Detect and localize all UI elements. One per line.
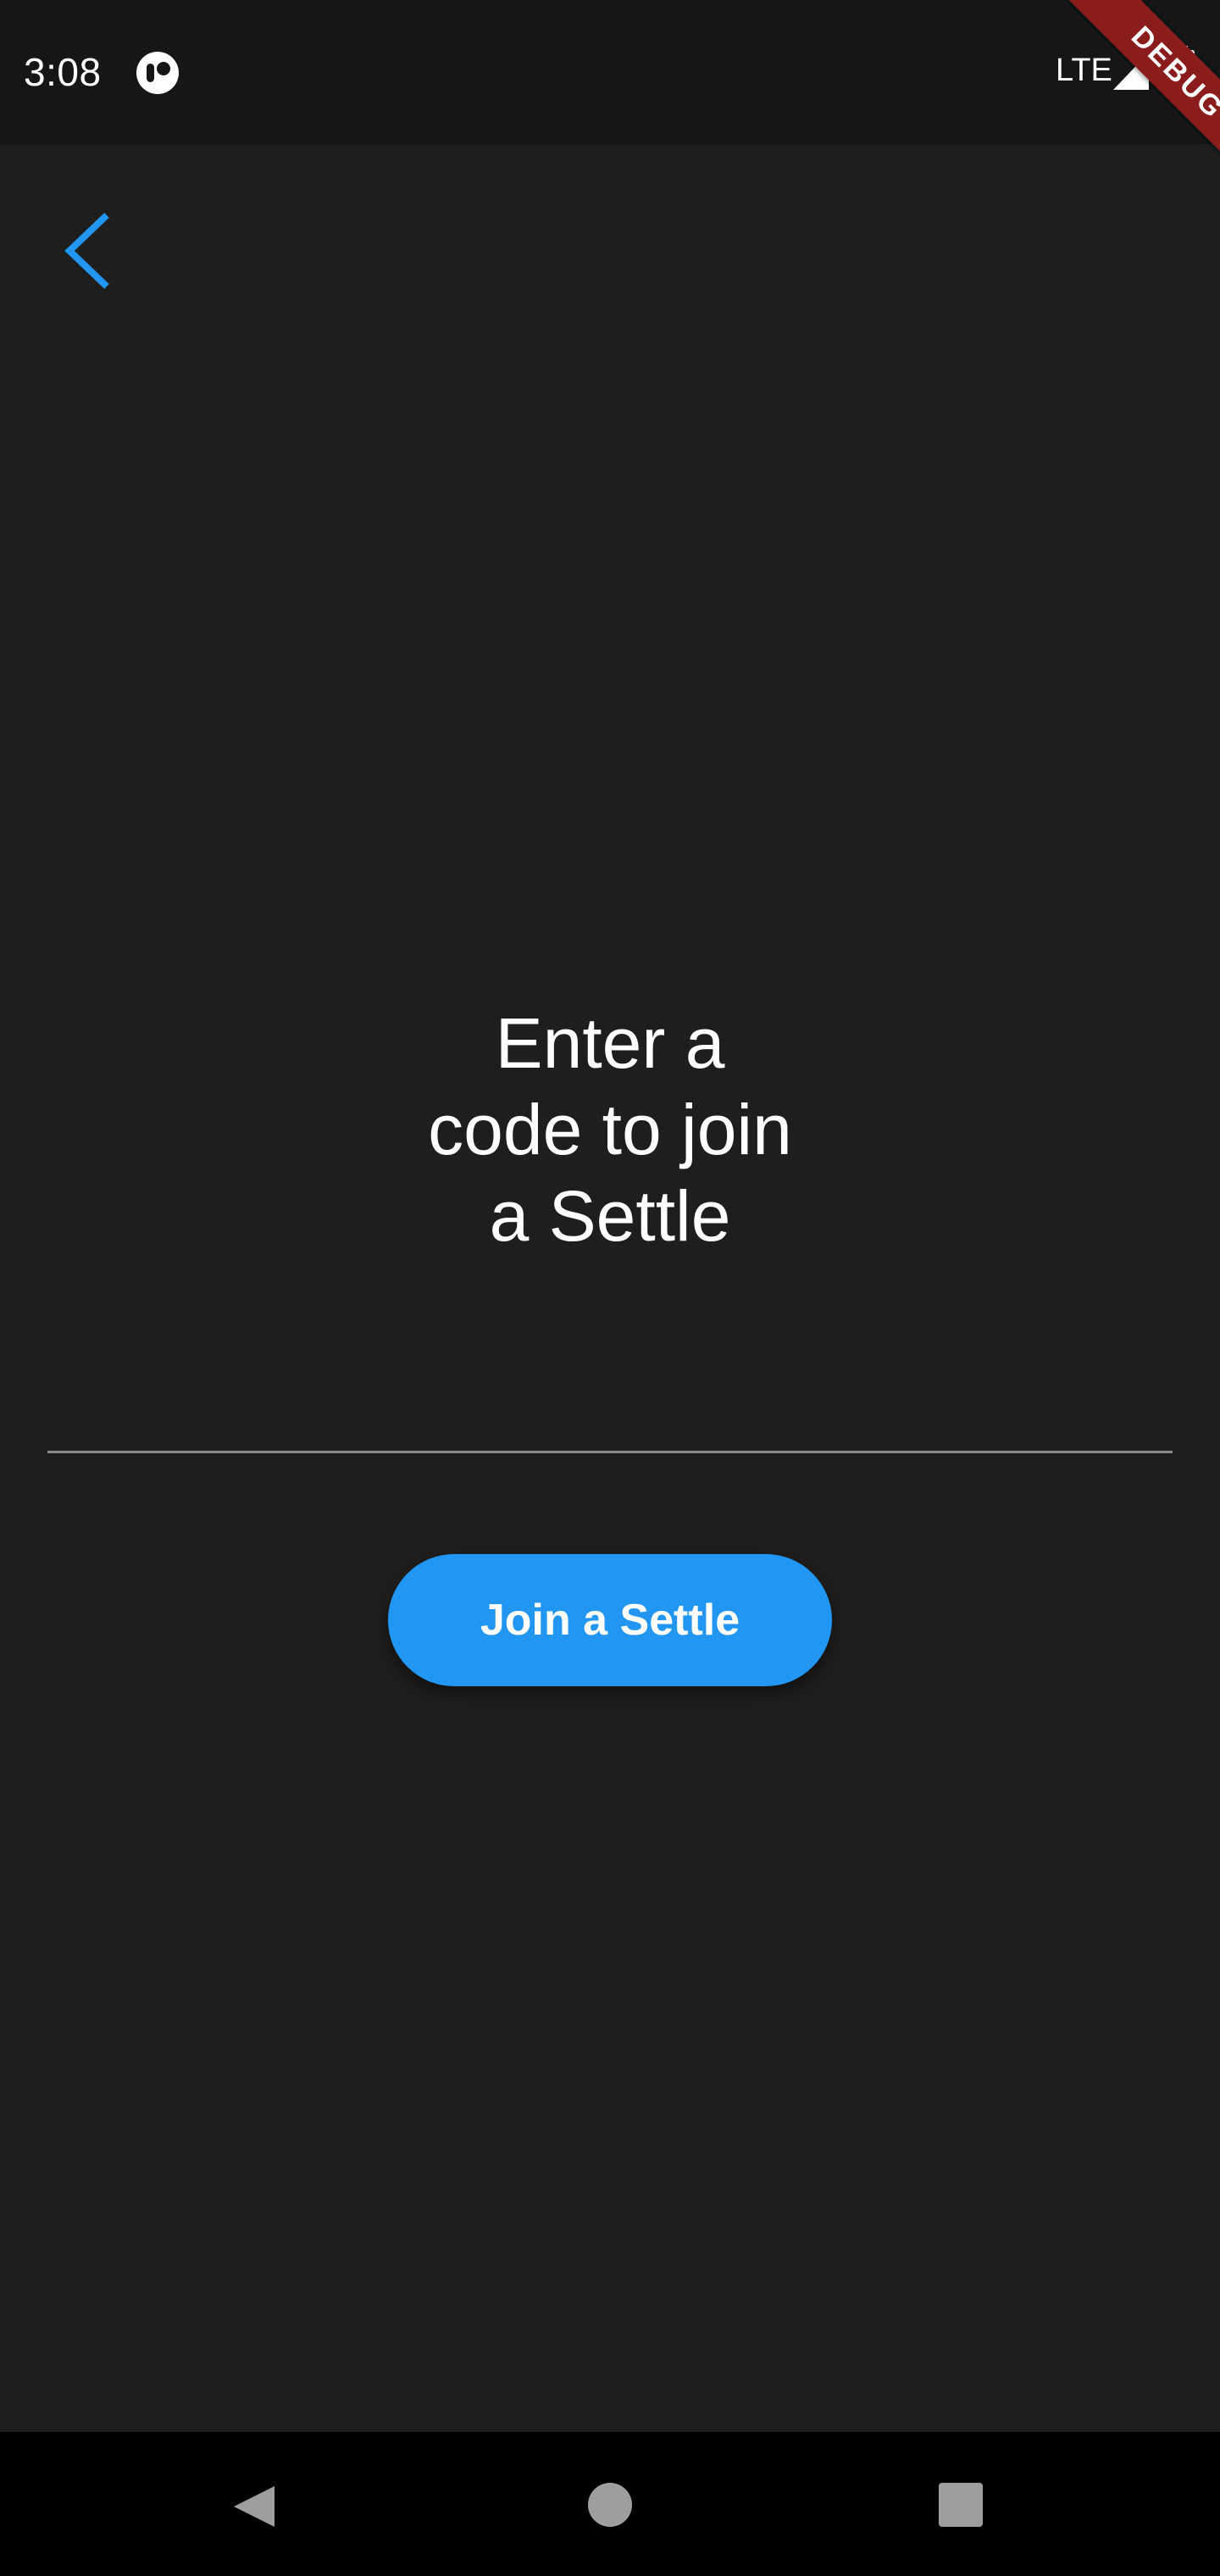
settle-code-input[interactable] (47, 1356, 1173, 1453)
chevron-left-icon (64, 213, 109, 289)
nav-back-icon[interactable] (230, 2483, 278, 2530)
back-button[interactable] (47, 200, 129, 302)
app-notification-icon (136, 52, 179, 94)
status-time: 3:08 (24, 50, 102, 94)
join-heading: Enter a code to join a Settle (356, 1000, 864, 1259)
status-bar: 3:08 LTE (0, 0, 1220, 144)
app-screen: 3:08 LTE DEBUG Enter a code to join a Se… (0, 0, 1220, 2576)
nav-home-icon[interactable] (588, 2483, 632, 2527)
heading-line-1: Enter a (495, 1003, 725, 1083)
join-settle-button[interactable]: Join a Settle (388, 1554, 832, 1686)
network-type-label: LTE (1056, 53, 1112, 88)
heading-line-3: a Settle (489, 1176, 731, 1256)
heading-line-2: code to join (428, 1090, 792, 1169)
nav-recents-icon[interactable] (939, 2483, 983, 2527)
